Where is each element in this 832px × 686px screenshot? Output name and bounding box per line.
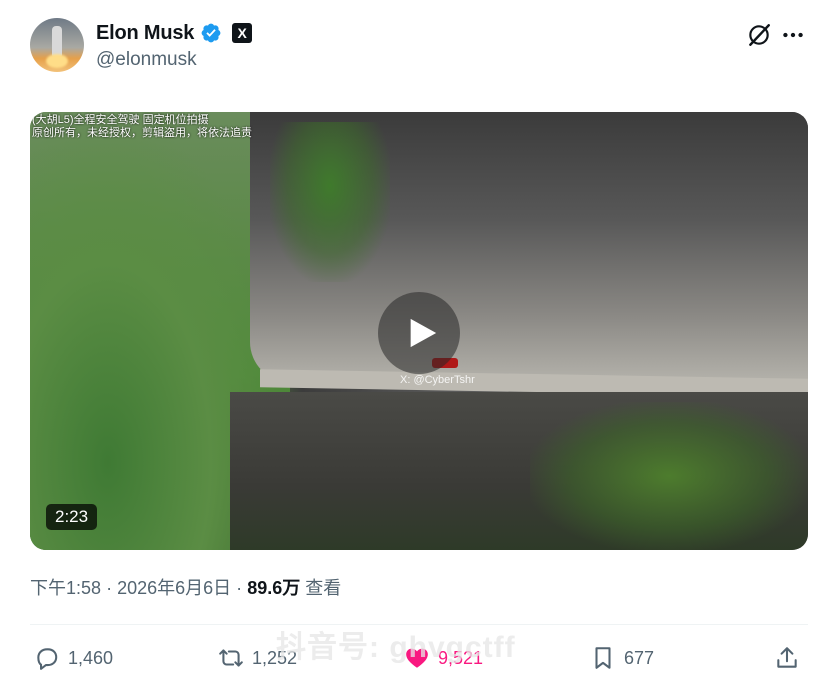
share-button[interactable]	[774, 640, 800, 676]
share-icon	[777, 647, 797, 668]
post-date[interactable]: 2026年6月6日	[117, 578, 231, 598]
affiliation-x-badge[interactable]: X	[232, 23, 253, 43]
author-display-name[interactable]: Elon Musk	[96, 22, 194, 45]
more-options-icon[interactable]	[780, 22, 806, 48]
reply-button[interactable]: 1,460	[34, 640, 113, 676]
like-count: 9,521	[438, 647, 484, 668]
meta-separator: ·	[106, 578, 113, 598]
video-scene-vegetation	[270, 122, 390, 282]
views-label: 查看	[305, 578, 342, 598]
post-header: Elon Musk X @elonmusk	[30, 16, 810, 76]
author-avatar[interactable]	[30, 18, 84, 72]
author-handle[interactable]: @elonmusk	[96, 49, 197, 71]
video-player[interactable]: (大胡L5)全程安全驾驶 固定机位拍摄 原创所有，未经授权，剪辑盗用，将依法追责…	[30, 112, 808, 550]
video-overlay-caption: (大胡L5)全程安全驾驶 固定机位拍摄 原创所有，未经授权，剪辑盗用，将依法追责	[32, 114, 272, 140]
rocket-flame	[46, 54, 68, 68]
rocket-image	[52, 26, 62, 56]
video-duration: 2:23	[46, 504, 98, 530]
reply-count: 1,460	[68, 647, 114, 668]
play-button[interactable]	[378, 292, 460, 374]
video-scene-bushes	[530, 402, 808, 550]
meta-separator-2: ·	[236, 578, 243, 598]
reply-icon	[37, 648, 58, 670]
play-icon	[410, 318, 437, 348]
video-watermark: X: @CyberTshr	[400, 374, 475, 386]
bookmark-count: 677	[624, 647, 655, 668]
verified-badge-icon[interactable]	[200, 22, 222, 44]
heart-icon	[406, 648, 428, 668]
like-button[interactable]: 9,521	[404, 640, 483, 676]
action-bar: 1,460 1,252 9,521 677	[30, 640, 808, 676]
views-count: 89.6万	[247, 578, 301, 598]
author-name-row: Elon Musk X	[96, 20, 253, 46]
bookmark-button[interactable]: 677	[590, 640, 654, 676]
post-meta: 下午1:58 · 2026年6月6日 · 89.6万 查看	[30, 574, 341, 600]
repost-button[interactable]: 1,252	[218, 640, 297, 676]
grok-icon[interactable]	[746, 22, 772, 48]
post-time[interactable]: 下午1:58	[30, 578, 101, 598]
repost-icon	[219, 649, 243, 667]
video-caption-line-1: (大胡L5)全程安全驾驶 固定机位拍摄	[32, 114, 209, 126]
divider	[30, 624, 808, 625]
repost-count: 1,252	[252, 647, 298, 668]
bookmark-icon	[595, 647, 611, 669]
video-caption-line-2: 原创所有，未经授权，剪辑盗用，将依法追责	[32, 127, 252, 139]
